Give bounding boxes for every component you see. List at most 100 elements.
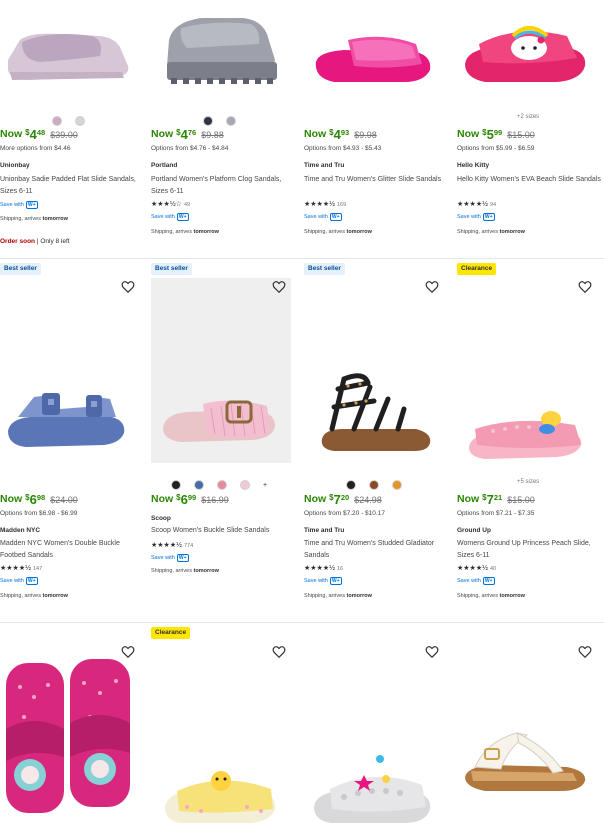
best-seller-badge: Best seller — [0, 263, 41, 275]
shipping-info: Shipping, arrives tomorrow — [0, 216, 68, 222]
product-image[interactable] — [151, 657, 291, 834]
price-was: $24.98 — [354, 495, 382, 505]
brand-name: Scoop — [151, 515, 171, 522]
product-title[interactable]: Portland Women's Platform Clog Sandals, … — [151, 174, 297, 198]
shipping-info: Shipping, arrives tomorrow — [457, 593, 525, 599]
save-with-label: Save with — [0, 202, 24, 208]
price-options: Options from $7.20 - $10.17 — [304, 510, 385, 517]
save-with-label: Save with — [304, 214, 328, 220]
product-card[interactable]: Now $ 4 76 $9.88 Options from $4.76 - $4… — [151, 0, 299, 258]
product-card[interactable]: Best seller + Now $ 6 99 $16.99 Scoop Sc… — [151, 259, 299, 622]
color-swatch[interactable] — [226, 116, 236, 126]
product-title[interactable]: Womens Ground Up Princess Peach Slide, S… — [457, 538, 603, 562]
color-swatch[interactable] — [346, 480, 356, 490]
color-swatches — [203, 115, 236, 127]
color-swatch[interactable] — [52, 116, 62, 126]
save-with-label: Save with — [151, 214, 175, 220]
product-card[interactable]: Now $ 4 93 $9.98 Options from $4.93 - $5… — [304, 0, 452, 258]
price: Now $ 5 99 $15.00 — [457, 128, 535, 142]
product-image[interactable] — [457, 657, 597, 834]
color-swatch[interactable] — [75, 116, 85, 126]
shipping-info: Shipping, arrives tomorrow — [304, 593, 372, 599]
walmart-plus-icon: W+ — [329, 577, 342, 585]
product-image[interactable] — [457, 279, 597, 464]
sizes-note: +5 sizes — [517, 479, 540, 485]
product-card[interactable]: Best seller Now $ 6 98 $24.00 Options fr… — [0, 259, 148, 622]
product-card[interactable]: Best seller Now $ 7 20 $24.98 Options fr… — [304, 259, 452, 622]
shipping-label: Shipping, arrives — [304, 229, 345, 235]
save-with-label: Save with — [304, 578, 328, 584]
save-with-walmart-plus[interactable]: Save with W+ — [0, 577, 38, 585]
walmart-plus-icon: W+ — [482, 577, 495, 585]
rating: ★★★★½ 169 — [304, 201, 346, 209]
price-now-label: Now — [457, 493, 480, 505]
walmart-plus-icon: W+ — [329, 213, 342, 221]
product-card[interactable]: Clearance +5 sizes Now $ 7 21 $15.00 Opt… — [457, 259, 604, 622]
rating-stars: ★★★★½ — [304, 201, 335, 208]
color-swatch[interactable] — [217, 480, 227, 490]
price-now-label: Now — [0, 128, 23, 140]
product-card[interactable] — [0, 623, 148, 834]
product-title[interactable]: Madden NYC Women's Double Buckle Footbed… — [0, 538, 146, 562]
product-card[interactable]: Clearance — [151, 623, 299, 834]
shipping-day: tomorrow — [346, 593, 372, 599]
shipping-label: Shipping, arrives — [304, 593, 345, 599]
price-now-label: Now — [457, 128, 480, 140]
product-card[interactable]: +2 sizes Now $ 5 99 $15.00 Options from … — [457, 0, 604, 258]
save-with-walmart-plus[interactable]: Save with W+ — [151, 554, 189, 562]
product-image[interactable] — [151, 278, 291, 463]
shipping-label: Shipping, arrives — [457, 593, 498, 599]
color-swatch[interactable] — [194, 480, 204, 490]
rating-stars: ★★★★½ — [304, 565, 335, 572]
sizes-note: +2 sizes — [517, 114, 540, 120]
product-title[interactable]: Time and Tru Women's Glitter Slide Sanda… — [304, 174, 450, 186]
product-image[interactable] — [304, 657, 444, 834]
more-colors-indicator[interactable]: + — [263, 482, 267, 489]
save-with-label: Save with — [457, 214, 481, 220]
price-was: $9.98 — [354, 130, 377, 140]
favorite-heart-icon[interactable] — [272, 280, 286, 294]
price-now-label: Now — [304, 493, 327, 505]
product-image[interactable] — [304, 279, 444, 464]
product-image[interactable] — [457, 0, 597, 105]
price-cents: 99 — [187, 493, 197, 502]
color-swatch[interactable] — [369, 480, 379, 490]
price-cents: 21 — [493, 493, 503, 502]
product-image[interactable] — [0, 279, 140, 464]
product-title[interactable]: Scoop Women's Buckle Slide Sandals — [151, 525, 297, 537]
color-swatch[interactable] — [392, 480, 402, 490]
save-with-walmart-plus[interactable]: Save with W+ — [304, 213, 342, 221]
save-with-walmart-plus[interactable]: Save with W+ — [151, 213, 189, 221]
price: Now $ 4 48 $39.00 — [0, 128, 78, 142]
color-swatch[interactable] — [240, 480, 250, 490]
price-options: Options from $6.98 - $6.99 — [0, 510, 78, 517]
product-card[interactable]: Now $ 4 48 $39.00 More options from $4.4… — [0, 0, 148, 258]
color-swatches — [52, 115, 85, 127]
save-with-walmart-plus[interactable]: Save with W+ — [457, 213, 495, 221]
shipping-day: tomorrow — [42, 216, 68, 222]
price: Now $ 7 20 $24.98 — [304, 493, 382, 507]
product-image[interactable] — [151, 0, 291, 105]
shipping-info: Shipping, arrives tomorrow — [0, 593, 68, 599]
price-options: Options from $4.76 - $4.84 — [151, 145, 229, 152]
product-card[interactable] — [304, 623, 452, 834]
price-options: More options from $4.46 — [0, 145, 71, 152]
product-title[interactable]: Hello Kitty Women's EVA Beach Slide Sand… — [457, 174, 603, 186]
product-title[interactable]: Unionbay Sadie Padded Flat Slide Sandals… — [0, 174, 146, 198]
color-swatches — [346, 479, 402, 491]
color-swatch[interactable] — [171, 480, 181, 490]
urgency-message: Order soon | Only 8 left — [0, 238, 70, 245]
save-with-walmart-plus[interactable]: Save with W+ — [304, 577, 342, 585]
price-now-label: Now — [151, 128, 174, 140]
brand-name: Time and Tru — [304, 162, 345, 169]
product-image[interactable] — [0, 657, 140, 834]
product-image[interactable] — [0, 0, 140, 105]
product-title[interactable]: Time and Tru Women's Studded Gladiator S… — [304, 538, 450, 562]
save-with-walmart-plus[interactable]: Save with W+ — [0, 201, 38, 209]
color-swatch[interactable] — [203, 116, 213, 126]
product-card[interactable] — [457, 623, 604, 834]
rating: ★★★★½ 40 — [457, 565, 496, 573]
review-count: 49 — [183, 202, 191, 208]
save-with-walmart-plus[interactable]: Save with W+ — [457, 577, 495, 585]
product-image[interactable] — [304, 0, 444, 105]
